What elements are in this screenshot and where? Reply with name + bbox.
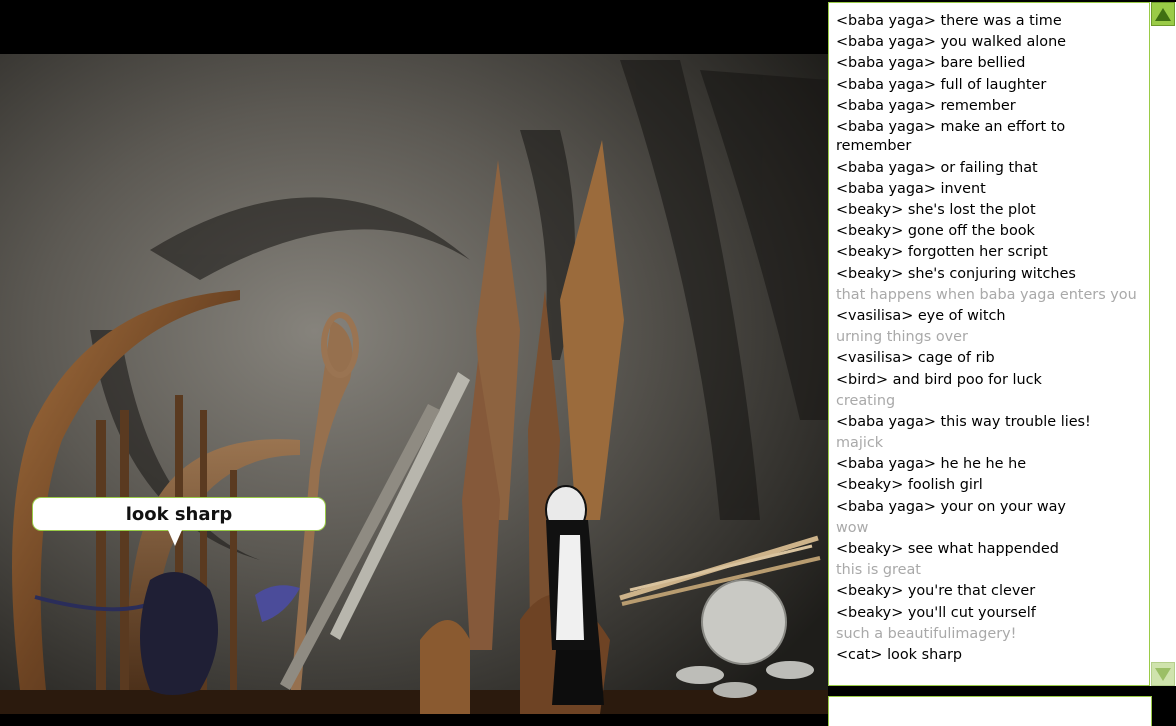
system-message: that happens when baba yaga enters you xyxy=(836,286,1137,303)
chat-message: <vasilisa> cage of rib xyxy=(836,350,995,367)
chat-message: <beaky> see what happended xyxy=(836,541,1059,557)
system-message: wow xyxy=(836,519,869,536)
system-message: this is great xyxy=(836,562,921,579)
scroll-down-button[interactable] xyxy=(1151,662,1175,686)
chat-message: <baba yaga> bare bellied xyxy=(836,55,1026,72)
scroll-track[interactable] xyxy=(1150,26,1176,662)
chat-message: <baba yaga> you walked alone xyxy=(836,34,1067,51)
chat-message: <beaky> you'll cut yourself xyxy=(836,604,1036,621)
scene-backdrop xyxy=(0,0,828,726)
system-message: majick xyxy=(836,435,884,452)
chat-message: <baba yaga> he he he he xyxy=(836,456,1027,473)
triangle-up-icon xyxy=(1155,8,1171,21)
system-message: such a beautifulimagery! xyxy=(836,625,1017,642)
chat-message: <beaky> foolish girl xyxy=(836,477,983,494)
chat-message: <baba yaga> this way trouble lies! xyxy=(836,413,1091,430)
speech-bubble-text: look sharp xyxy=(125,503,233,525)
chat-message: <baba yaga> full of laughter xyxy=(836,76,1047,93)
speech-bubble-tail xyxy=(168,530,182,546)
chat-message: <beaky> she's lost the plot xyxy=(836,202,1036,218)
chat-message: <baba yaga> or failing that xyxy=(836,159,1038,176)
chat-message: <beaky> forgotten her script xyxy=(836,244,1048,261)
chat-panel: <baba yaga> there was a time <baba yaga>… xyxy=(828,0,1176,726)
system-message: creating xyxy=(836,392,896,409)
chat-message: <beaky> you're that clever xyxy=(836,583,1036,600)
chat-message: <beaky> she's conjuring witches xyxy=(836,265,1076,282)
scene-stage: look sharp xyxy=(0,0,828,726)
chat-message: <baba yaga> make an effort to remember xyxy=(836,118,1066,155)
speech-bubble: look sharp xyxy=(32,497,326,531)
chat-scrollbar[interactable] xyxy=(1150,2,1176,686)
scroll-up-button[interactable] xyxy=(1151,2,1175,26)
chat-message: <bird> and bird poo for luck xyxy=(836,371,1042,388)
chat-message: <vasilisa> eye of witch xyxy=(836,307,1006,324)
chat-message: <beaky> gone off the book xyxy=(836,223,1035,240)
chat-message: <cat> look sharp xyxy=(836,646,963,663)
chat-message: <baba yaga> there was a time xyxy=(836,13,1062,29)
triangle-down-icon xyxy=(1155,668,1171,681)
chat-log[interactable]: <baba yaga> there was a time <baba yaga>… xyxy=(828,2,1150,686)
chat-message: <baba yaga> invent xyxy=(836,180,986,197)
chat-message: <baba yaga> your on your way xyxy=(836,498,1066,515)
chat-input[interactable] xyxy=(828,696,1152,726)
chat-message: <baba yaga> remember xyxy=(836,97,1016,114)
system-message: urning things over xyxy=(836,329,968,346)
